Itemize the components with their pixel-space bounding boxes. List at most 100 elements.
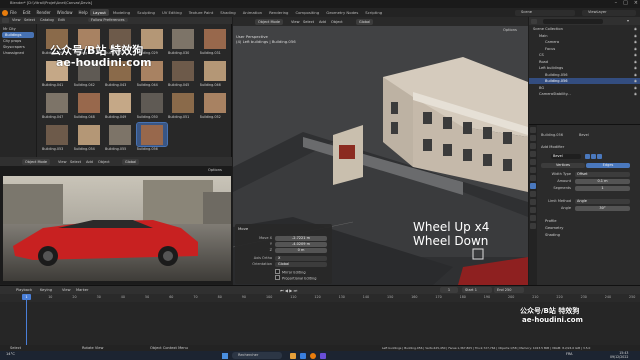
end-frame-field[interactable]: End 250 — [494, 287, 524, 293]
add-modifier-dropdown[interactable]: Add Modifier — [541, 145, 564, 149]
visibility-eye-icon[interactable]: ◉ — [634, 65, 637, 71]
visibility-eye-icon[interactable]: ◉ — [634, 33, 637, 39]
modifier-tab-icon[interactable] — [530, 183, 536, 189]
video-transform-dropdown[interactable]: Global — [122, 158, 140, 165]
visibility-eye-icon[interactable]: ◉ — [634, 46, 637, 52]
visibility-eye-icon[interactable]: ◉ — [634, 91, 637, 97]
edit-mode-toggle-icon[interactable] — [585, 154, 590, 159]
move-z-field[interactable]: 0 m — [275, 248, 327, 253]
clock[interactable]: 15:43 09/12/2022 — [610, 351, 628, 359]
workspace-tab-rendering[interactable]: Rendering — [266, 9, 291, 16]
playhead[interactable] — [26, 294, 27, 346]
outliner-row[interactable]: Road ◉ — [529, 59, 640, 65]
asset-thumbnail[interactable]: Building.053 — [42, 123, 72, 151]
asset-thumbnail[interactable]: Building.031 — [200, 27, 230, 55]
shading-section[interactable]: Shading — [545, 233, 560, 237]
outliner-row[interactable]: Main ◉ — [529, 33, 640, 39]
video-menu-add[interactable]: Add — [86, 160, 93, 164]
outliner-row[interactable]: CameraStability... ◉ — [529, 91, 640, 97]
vertices-toggle[interactable]: Vertices — [541, 163, 585, 168]
viewport-menu-select[interactable]: Select — [303, 20, 314, 24]
filter-icon[interactable]: ▾ — [627, 18, 629, 23]
particles-tab-icon[interactable] — [530, 191, 536, 197]
timeline-menu-marker[interactable]: Marker — [76, 288, 88, 292]
menu-help[interactable]: Help — [78, 10, 87, 15]
segments-field[interactable]: 1 — [575, 186, 630, 191]
edge-icon[interactable] — [300, 352, 306, 359]
playhead-frame-label[interactable]: 1 — [22, 294, 31, 300]
workspace-tab-modeling[interactable]: Modeling — [110, 9, 133, 16]
asset-thumbnail[interactable]: Building.030 — [168, 27, 198, 55]
asset-menu-catalog[interactable]: Catalog — [40, 18, 54, 22]
view-layer-tab-icon[interactable] — [530, 151, 536, 157]
workspace-tab-sculpting[interactable]: Sculpting — [134, 9, 158, 16]
visibility-eye-icon[interactable]: ◉ — [634, 85, 637, 91]
outliner-row[interactable]: Left buildings ◉ — [529, 65, 640, 71]
outliner-search-input[interactable] — [543, 18, 603, 24]
profile-section[interactable]: Profile — [545, 219, 556, 223]
workspace-tab-compositing[interactable]: Compositing — [292, 9, 322, 16]
asset-thumbnail[interactable]: Building.047 — [42, 91, 72, 119]
video-menu-select[interactable]: Select — [70, 160, 81, 164]
visibility-eye-icon[interactable]: ◉ — [634, 59, 637, 65]
start-icon[interactable] — [222, 352, 228, 359]
visibility-eye-icon[interactable]: ◉ — [634, 26, 637, 32]
visibility-eye-icon[interactable]: ◉ — [634, 78, 637, 84]
angle-field[interactable]: 30° — [575, 206, 630, 211]
outliner-row[interactable]: BG ◉ — [529, 85, 640, 91]
outliner-row[interactable]: Scene Collection ◉ — [529, 26, 640, 32]
outliner-row[interactable]: Focus ◉ — [529, 46, 640, 52]
geometry-section[interactable]: Geometry — [545, 226, 563, 230]
viewport-menu-add[interactable]: Add — [319, 20, 326, 24]
orientation-dropdown[interactable]: Global — [275, 262, 327, 267]
viewport-toggle-icon[interactable] — [591, 154, 596, 159]
edges-toggle[interactable]: Edges — [586, 163, 630, 168]
render-toggle-icon[interactable] — [597, 154, 602, 159]
timeline-menu-playback[interactable]: Playback — [16, 288, 32, 292]
timeline-ruler[interactable]: 0102030405060708090100110120130140150160… — [0, 294, 640, 302]
output-tab-icon[interactable] — [530, 143, 536, 149]
scene-selector[interactable]: Scene — [515, 9, 575, 16]
viewport-transform-dropdown[interactable]: Global — [356, 18, 374, 25]
asset-thumbnail[interactable]: Building.052 — [200, 91, 230, 119]
workspace-tab-geometry-nodes[interactable]: Geometry Nodes — [323, 9, 361, 16]
visibility-eye-icon[interactable]: ◉ — [634, 39, 637, 45]
catalog-item-unassigned[interactable]: Unassigned — [0, 50, 36, 56]
operator-title[interactable]: Move — [238, 226, 248, 231]
proportional-editing-checkbox[interactable]: Proportional Editing — [275, 275, 316, 281]
last-operator-panel[interactable]: Move Move X -2.7221 m Y -4.0209 m Z 0 m … — [235, 224, 332, 284]
data-tab-icon[interactable] — [530, 215, 536, 221]
asset-menu-edit[interactable]: Edit — [58, 18, 65, 22]
editor-type-icon[interactable] — [2, 18, 9, 23]
visibility-eye-icon[interactable]: ◉ — [634, 52, 637, 58]
explorer-icon[interactable] — [290, 352, 296, 359]
viewport-options-button[interactable]: Options — [503, 28, 517, 32]
asset-menu-select[interactable]: Select — [24, 18, 35, 22]
timeline-menu-keying[interactable]: Keying — [40, 288, 52, 292]
world-tab-icon[interactable] — [530, 167, 536, 173]
limit-method-dropdown[interactable]: Angle — [575, 199, 630, 204]
workspace-tab-texture-paint[interactable]: Texture Paint — [186, 9, 217, 16]
library-dropdown[interactable]: Follow Preferences — [88, 18, 128, 22]
timeline-menu-view[interactable]: View — [62, 288, 71, 292]
outliner-row[interactable]: Building.056 ◉ — [529, 72, 640, 78]
current-frame-field[interactable]: 1 — [440, 287, 458, 293]
viewport-menu-view[interactable]: View — [291, 20, 300, 24]
video-mode-dropdown[interactable]: Object Mode — [22, 158, 51, 165]
start-frame-field[interactable]: Start 1 — [462, 287, 492, 293]
asset-thumbnail[interactable]: Building.056 — [135, 122, 168, 151]
menu-window[interactable]: Window — [57, 10, 73, 15]
app-icon[interactable] — [320, 352, 326, 359]
outliner-editor-icon[interactable] — [531, 18, 537, 24]
render-tab-icon[interactable] — [530, 135, 536, 141]
tool-tab-icon[interactable] — [530, 127, 536, 133]
close-icon[interactable]: × — [634, 0, 638, 6]
video-menu-object[interactable]: Object — [98, 160, 110, 164]
workspace-tab-scripting[interactable]: Scripting — [362, 9, 385, 16]
viewport-mode-dropdown[interactable]: Object Mode — [255, 18, 284, 25]
amount-field[interactable]: 0.1 m — [575, 179, 630, 184]
asset-thumbnail[interactable]: Building.054 — [74, 123, 104, 151]
move-x-field[interactable]: -2.7221 m — [275, 236, 327, 241]
keyboard-language[interactable]: FRA — [566, 352, 573, 356]
object-tab-icon[interactable] — [530, 175, 536, 181]
